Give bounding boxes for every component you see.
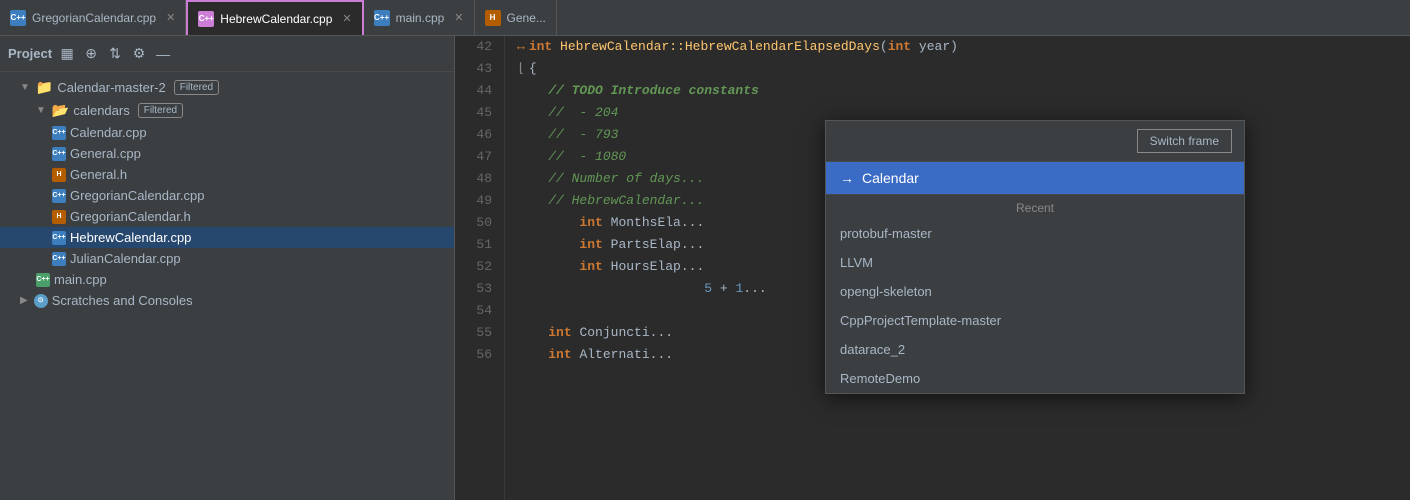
- main-file-icon: C++: [36, 273, 50, 287]
- editor: 42 43 44 45 46 47 48 49 50 51 52 53 54 5…: [455, 36, 1410, 500]
- tree-scratches[interactable]: ▶ ⊙ Scratches and Consoles: [0, 290, 454, 311]
- tree-general-h[interactable]: H General.h: [0, 164, 454, 185]
- tree-julian-cpp[interactable]: C++ JulianCalendar.cpp: [0, 248, 454, 269]
- tree-root[interactable]: ▼ 📁 Calendar-master-2 Filtered: [0, 76, 454, 99]
- dropdown-item-3-label: CppProjectTemplate-master: [840, 313, 1001, 328]
- calendars-filtered-badge: Filtered: [138, 103, 183, 118]
- root-name: Calendar-master-2: [57, 80, 165, 95]
- tab-bar: C++ GregorianCalendar.cpp ✕ C++ HebrewCa…: [0, 0, 1410, 36]
- cpp-icon-main: C++: [374, 10, 390, 26]
- tab-main[interactable]: C++ main.cpp ✕: [364, 0, 475, 35]
- dropdown-item-2-label: opengl-skeleton: [840, 284, 932, 299]
- scratches-label: Scratches and Consoles: [52, 293, 193, 308]
- dropdown-item-2[interactable]: opengl-skeleton: [826, 277, 1244, 306]
- switch-frame-button[interactable]: Switch frame: [1137, 129, 1232, 153]
- filtered-badge: Filtered: [174, 80, 219, 95]
- settings-icon[interactable]: ⚙: [130, 45, 148, 63]
- dropdown-active-item[interactable]: → Calendar: [826, 162, 1244, 194]
- cpp-pink-icon: C++: [198, 11, 214, 27]
- scratch-icon: ⊙: [34, 294, 48, 308]
- sidebar-title: Project: [8, 46, 52, 61]
- gregorian-h-label: GregorianCalendar.h: [70, 209, 191, 224]
- chevron-down-icon-calendars: ▼: [36, 105, 46, 116]
- cpp-file-icon-2: C++: [52, 147, 66, 161]
- sidebar-toolbar: Project ▦ ⊕ ⇅ ⚙ —: [0, 36, 454, 72]
- minimize-icon[interactable]: —: [154, 45, 172, 63]
- tab-main-label: main.cpp: [396, 11, 445, 25]
- tree-general-cpp[interactable]: C++ General.cpp: [0, 143, 454, 164]
- tab-gregorian-close[interactable]: ✕: [166, 11, 175, 24]
- general-h-label: General.h: [70, 167, 127, 182]
- cpp-file-icon-3: C++: [52, 189, 66, 203]
- main-content: Project ▦ ⊕ ⇅ ⚙ — ▼ 📁 Calendar-master-2 …: [0, 36, 1410, 500]
- code-line-44: // TODO Introduce constants: [517, 80, 1398, 102]
- tree-calendar-cpp[interactable]: C++ Calendar.cpp: [0, 122, 454, 143]
- tree-main-cpp[interactable]: C++ main.cpp: [0, 269, 454, 290]
- dropdown-item-1[interactable]: LLVM: [826, 248, 1244, 277]
- dropdown-item-0[interactable]: protobuf-master: [826, 219, 1244, 248]
- tree-gregorian-cpp[interactable]: C++ GregorianCalendar.cpp: [0, 185, 454, 206]
- dropdown-header: Switch frame: [826, 121, 1244, 162]
- dropdown-item-1-label: LLVM: [840, 255, 873, 270]
- sidebar: Project ▦ ⊕ ⇅ ⚙ — ▼ 📁 Calendar-master-2 …: [0, 36, 455, 500]
- tree-hebrew-cpp[interactable]: C++ HebrewCalendar.cpp: [0, 227, 454, 248]
- dropdown-item-4-label: datarace_2: [840, 342, 905, 357]
- h-file-icon-2: H: [52, 210, 66, 224]
- cpp-icon: C++: [10, 10, 26, 26]
- tab-main-close[interactable]: ✕: [454, 11, 463, 24]
- h-icon: H: [485, 10, 501, 26]
- cpp-file-icon: C++: [52, 126, 66, 140]
- hebrew-cpp-label: HebrewCalendar.cpp: [70, 230, 191, 245]
- tab-general[interactable]: H Gene...: [475, 0, 557, 35]
- main-cpp-label: main.cpp: [54, 272, 107, 287]
- tree-calendars[interactable]: ▼ 📂 calendars Filtered: [0, 99, 454, 122]
- dropdown-item-0-label: protobuf-master: [840, 226, 932, 241]
- dropdown-recent-label: Recent: [826, 194, 1244, 219]
- line-numbers: 42 43 44 45 46 47 48 49 50 51 52 53 54 5…: [455, 36, 505, 500]
- tab-gregorian-label: GregorianCalendar.cpp: [32, 11, 156, 25]
- tab-general-label: Gene...: [507, 11, 546, 25]
- cpp-file-icon-4: C++: [52, 231, 66, 245]
- julian-cpp-label: JulianCalendar.cpp: [70, 251, 181, 266]
- switch-frame-dropdown: Switch frame → Calendar Recent protobuf-…: [825, 120, 1245, 394]
- code-line-43: ⌊ {: [517, 58, 1398, 80]
- active-item-label: Calendar: [862, 170, 919, 186]
- general-cpp-label: General.cpp: [70, 146, 141, 161]
- dropdown-item-3[interactable]: CppProjectTemplate-master: [826, 306, 1244, 335]
- gregorian-cpp-label: GregorianCalendar.cpp: [70, 188, 204, 203]
- calendars-label: calendars: [73, 103, 129, 118]
- layout-icon[interactable]: ▦: [58, 45, 76, 63]
- tree-gregorian-h[interactable]: H GregorianCalendar.h: [0, 206, 454, 227]
- code-line-42: ↔ int HebrewCalendar::HebrewCalendarElap…: [517, 36, 1398, 58]
- dropdown-item-4[interactable]: datarace_2: [826, 335, 1244, 364]
- tab-hebrew[interactable]: C++ HebrewCalendar.cpp ✕: [186, 0, 363, 35]
- cpp-file-icon-5: C++: [52, 252, 66, 266]
- calendar-cpp-label: Calendar.cpp: [70, 125, 147, 140]
- tab-hebrew-label: HebrewCalendar.cpp: [220, 12, 332, 26]
- tab-gregorian[interactable]: C++ GregorianCalendar.cpp ✕: [0, 0, 186, 35]
- folder-open-icon: 📂: [52, 102, 69, 119]
- folder-icon: 📁: [36, 79, 53, 96]
- tab-hebrew-close[interactable]: ✕: [342, 12, 351, 25]
- dropdown-item-5-label: RemoteDemo: [840, 371, 920, 386]
- arrow-right-icon: →: [840, 170, 854, 186]
- chevron-down-icon: ▼: [20, 82, 30, 93]
- filter-icon[interactable]: ⇅: [106, 45, 124, 63]
- sidebar-tree: ▼ 📁 Calendar-master-2 Filtered ▼ 📂 calen…: [0, 72, 454, 500]
- add-icon[interactable]: ⊕: [82, 45, 100, 63]
- dropdown-item-5[interactable]: RemoteDemo: [826, 364, 1244, 393]
- chevron-right-icon: ▶: [20, 295, 28, 306]
- h-file-icon: H: [52, 168, 66, 182]
